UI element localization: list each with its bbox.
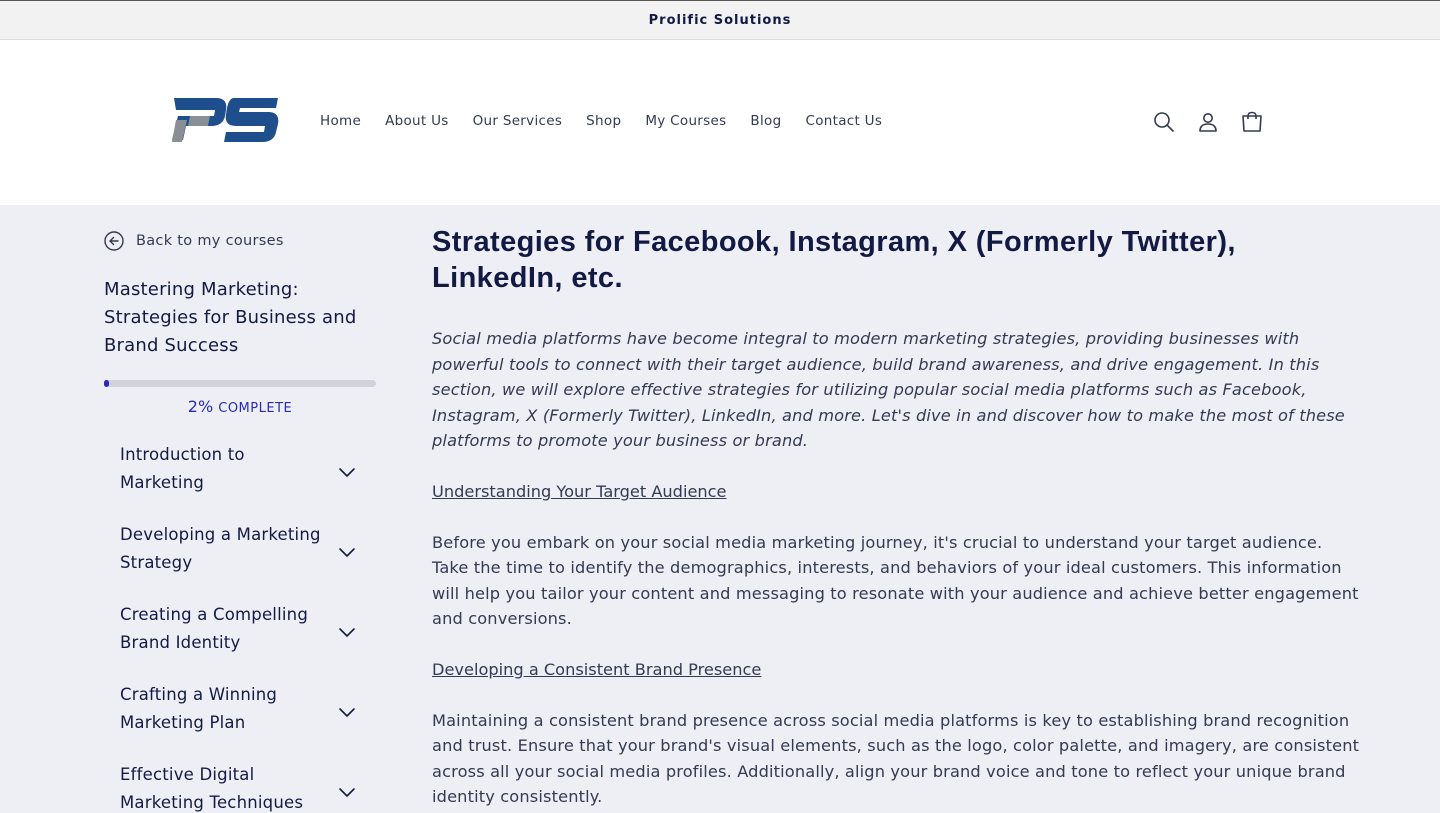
nav-my-courses[interactable]: My Courses: [645, 113, 726, 129]
module-crafting-marketing-plan[interactable]: Crafting a Winning Marketing Plan: [104, 681, 376, 761]
module-label: Developing a Marketing Strategy: [120, 525, 321, 572]
module-label: Introduction to Marketing: [120, 445, 245, 492]
section-heading-target-audience[interactable]: Understanding Your Target Audience: [432, 479, 727, 505]
back-link-label: Back to my courses: [136, 233, 284, 249]
site-header: Home About Us Our Services Shop My Cours…: [0, 40, 1440, 205]
progress-bar: [104, 380, 376, 387]
section-body-brand-presence: Maintaining a consistent brand presence …: [432, 710, 1360, 807]
module-developing-marketing-strategy[interactable]: Developing a Marketing Strategy: [104, 521, 376, 601]
nav-our-services[interactable]: Our Services: [473, 113, 563, 129]
course-sidebar: Back to my courses Mastering Marketing: …: [104, 228, 376, 813]
chevron-down-icon: [339, 468, 355, 477]
module-label: Effective Digital Marketing Techniques: [120, 765, 304, 812]
account-icon[interactable]: [1196, 110, 1220, 134]
nav-about-us[interactable]: About Us: [385, 113, 449, 129]
progress-bar-fill: [104, 380, 110, 387]
nav-blog[interactable]: Blog: [750, 113, 781, 129]
progress-percent: 2%: [187, 397, 214, 416]
lesson-content: Strategies for Facebook, Instagram, X (F…: [432, 224, 1362, 810]
arrow-left-circle-icon: [104, 231, 124, 251]
module-effective-digital-marketing[interactable]: Effective Digital Marketing Techniques: [104, 761, 376, 813]
lesson-title: Strategies for Facebook, Instagram, X (F…: [432, 226, 1236, 294]
module-list: Introduction to Marketing Developing a M…: [104, 441, 376, 813]
module-creating-brand-identity[interactable]: Creating a Compelling Brand Identity: [104, 601, 376, 681]
cart-icon[interactable]: [1240, 110, 1264, 134]
module-label: Crafting a Winning Marketing Plan: [120, 685, 278, 732]
back-to-courses-link[interactable]: Back to my courses: [104, 228, 376, 254]
nav-home[interactable]: Home: [320, 113, 361, 129]
main-nav: Home About Us Our Services Shop My Cours…: [320, 113, 882, 129]
nav-contact-us[interactable]: Contact Us: [805, 113, 882, 129]
announcement-text: Prolific Solutions: [648, 12, 792, 28]
announcement-bar: Prolific Solutions: [0, 0, 1440, 40]
header-icons: [1152, 110, 1264, 134]
nav-shop[interactable]: Shop: [586, 113, 621, 129]
chevron-down-icon: [339, 708, 355, 717]
chevron-down-icon: [339, 628, 355, 637]
module-introduction-to-marketing[interactable]: Introduction to Marketing: [104, 441, 376, 521]
module-label: Creating a Compelling Brand Identity: [120, 605, 308, 652]
section-heading-brand-presence[interactable]: Developing a Consistent Brand Presence: [432, 657, 761, 683]
search-icon[interactable]: [1152, 110, 1176, 134]
progress-label: 2% COMPLETE: [104, 397, 376, 416]
progress-complete-text: COMPLETE: [218, 401, 293, 416]
ps-logo[interactable]: [170, 96, 280, 148]
chevron-down-icon: [339, 788, 355, 797]
section-body-target-audience: Before you embark on your social media m…: [432, 532, 1359, 629]
course-title: Mastering Marketing: Strategies for Busi…: [104, 279, 357, 356]
lesson-intro: Social media platforms have become integ…: [432, 329, 1345, 451]
chevron-down-icon: [339, 548, 355, 557]
